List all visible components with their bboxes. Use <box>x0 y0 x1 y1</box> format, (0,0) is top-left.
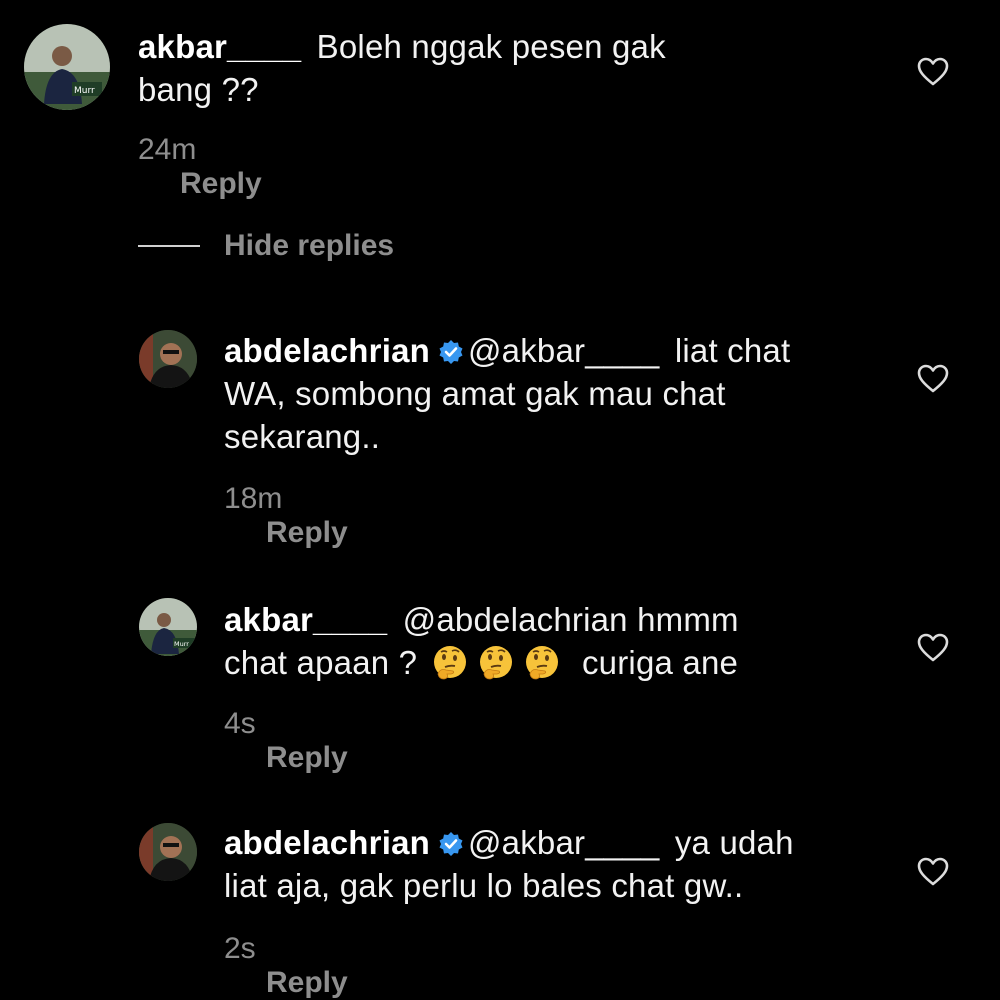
heart-outline-icon[interactable] <box>917 57 949 87</box>
thinking-face-emoji <box>525 646 558 680</box>
mention-link[interactable]: @abdelachrian <box>403 601 628 638</box>
avatar-caption: Murr <box>74 86 95 96</box>
comment-text-continued: bang ?? <box>138 71 259 108</box>
avatar-image: Murr <box>24 24 110 110</box>
avatar[interactable]: Murr <box>24 24 110 110</box>
verified-badge-icon <box>439 340 463 364</box>
username[interactable]: akbar____ <box>138 28 301 65</box>
reply-button[interactable]: Reply <box>266 516 348 549</box>
username[interactable]: akbar____ <box>224 601 387 638</box>
comment-text: ya udah <box>674 824 794 861</box>
reply-button[interactable]: Reply <box>266 966 348 999</box>
hide-replies-toggle[interactable]: Hide replies <box>138 229 394 263</box>
comment-text-continued: chat apaan ? <box>224 644 418 681</box>
mention-link[interactable]: @akbar____ <box>468 332 659 369</box>
heart-outline-icon[interactable] <box>917 857 949 887</box>
avatar-image <box>139 330 197 388</box>
comment-text: hmmm <box>637 601 739 638</box>
username[interactable]: abdelachrian <box>224 824 430 861</box>
comment-text-continued: WA, sombong amat gak mau chat <box>224 375 726 412</box>
comment-text-continued: liat aja, gak perlu lo bales chat gw.. <box>224 867 744 904</box>
username[interactable]: abdelachrian <box>224 332 430 369</box>
mention-link[interactable]: @akbar____ <box>468 824 659 861</box>
comment-text: liat chat <box>674 332 791 369</box>
thinking-face-emoji <box>433 646 466 680</box>
avatar[interactable] <box>139 330 197 388</box>
comment-text: Boleh nggak pesen gak <box>316 28 666 65</box>
avatar-image <box>139 823 197 881</box>
reply-button[interactable]: Reply <box>266 741 348 774</box>
avatar[interactable] <box>139 823 197 881</box>
timestamp: 2s <box>224 932 256 965</box>
heart-outline-icon[interactable] <box>917 633 949 663</box>
comment-text-continued: sekarang.. <box>224 418 381 455</box>
heart-outline-icon[interactable] <box>917 364 949 394</box>
hide-replies-label: Hide replies <box>224 229 395 262</box>
timestamp: 4s <box>224 707 256 740</box>
timestamp: 24m <box>138 133 197 166</box>
thinking-face-emoji <box>479 646 512 680</box>
comment-text-continued: curiga ane <box>581 644 739 681</box>
timestamp: 18m <box>224 482 283 515</box>
reply-button[interactable]: Reply <box>180 167 262 200</box>
avatar[interactable]: Murr <box>139 598 197 656</box>
avatar-caption: Murr <box>174 640 189 648</box>
avatar-image: Murr <box>139 598 197 656</box>
divider-line <box>138 245 200 247</box>
verified-badge-icon <box>439 832 463 856</box>
